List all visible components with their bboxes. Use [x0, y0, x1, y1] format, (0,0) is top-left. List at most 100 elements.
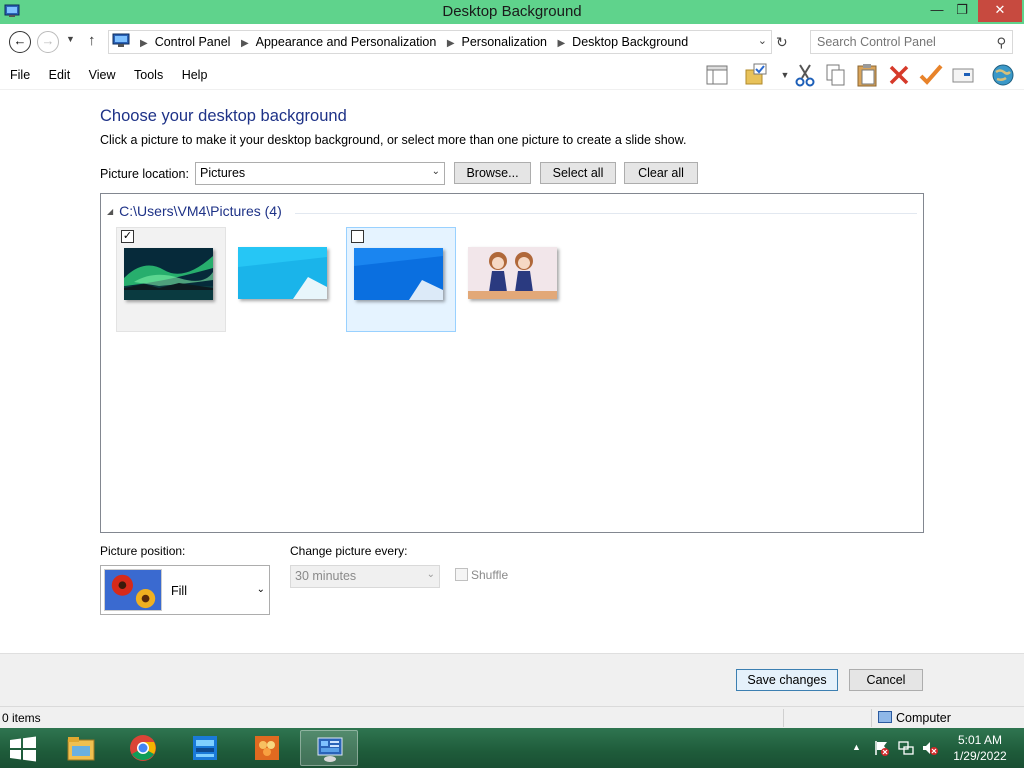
show-hidden-icons-icon[interactable]: ▲ [852, 742, 861, 752]
check-icon[interactable] [918, 62, 944, 88]
aurora-image [124, 248, 213, 300]
menu-edit[interactable]: Edit [49, 68, 71, 82]
shuffle-label: Shuffle [471, 568, 509, 582]
picture-thumbnail-win8-blue[interactable] [346, 227, 456, 332]
chevron-right-icon[interactable]: ▶ [557, 38, 565, 49]
copy-icon[interactable] [822, 62, 848, 88]
select-all-button[interactable]: Select all [540, 162, 616, 184]
taskbar-control-panel[interactable] [300, 730, 358, 766]
menu-file[interactable]: File [10, 68, 30, 82]
search-icon[interactable]: ⚲ [996, 35, 1006, 51]
clock-date: 1/29/2022 [953, 749, 1007, 763]
status-location: Computer [878, 711, 951, 725]
chevron-right-icon[interactable]: ▶ [241, 38, 249, 49]
control-panel-icon [317, 737, 343, 762]
layout-icon[interactable] [704, 62, 730, 88]
win8-light-blue-image [238, 247, 327, 299]
minimize-button[interactable]: — [925, 0, 949, 22]
chevron-down-icon: ⌄ [256, 584, 265, 595]
search-box[interactable]: ⚲ [810, 30, 1013, 54]
menu-help[interactable]: Help [182, 68, 208, 82]
colorful-app-icon [255, 736, 279, 760]
clock-time: 5:01 AM [957, 733, 1003, 747]
position-preview-image [104, 569, 162, 611]
globe-icon[interactable] [990, 62, 1016, 88]
cut-icon[interactable] [792, 62, 818, 88]
windows-start-icon[interactable] [8, 736, 38, 762]
address-bar[interactable]: ▶ Control Panel ▶ Appearance and Personali… [108, 30, 772, 54]
shuffle-checkbox[interactable]: Shuffle [455, 568, 508, 582]
close-button[interactable]: ✕ [978, 0, 1022, 22]
control-panel-icon [112, 33, 130, 47]
breadcrumb: ▶ Control Panel ▶ Appearance and Personali… [133, 35, 688, 49]
recent-locations-dropdown[interactable]: ▼ [66, 34, 75, 44]
anime-girls-image [468, 247, 557, 299]
picture-position-label: Picture position: [100, 544, 186, 558]
status-location-label: Computer [896, 711, 951, 725]
forward-button[interactable]: → [37, 31, 59, 53]
group-header-label: C:\Users\VM4\Pictures (4) [119, 203, 282, 219]
picture-location-value: Pictures [200, 166, 246, 180]
taskbar: ▲ 5:01 AM 1/29/2022 [0, 728, 1024, 768]
menu-tools[interactable]: Tools [134, 68, 163, 82]
picture-thumbnail-aurora[interactable]: ✓ [116, 227, 226, 332]
up-button[interactable]: ↑ [88, 32, 96, 49]
breadcrumb-desktop-background[interactable]: Desktop Background [572, 35, 688, 49]
change-picture-label: Change picture every: [290, 544, 408, 558]
picture-checkbox-unchecked[interactable] [351, 230, 364, 243]
delete-icon[interactable] [886, 62, 912, 88]
folder-check-icon[interactable] [744, 62, 770, 88]
paste-icon[interactable] [854, 62, 880, 88]
volume-muted-icon[interactable] [922, 740, 938, 756]
group-header[interactable]: ◢ C:\Users\VM4\Pictures (4) [107, 203, 282, 219]
breadcrumb-control-panel[interactable]: Control Panel [155, 35, 231, 49]
cancel-button[interactable]: Cancel [849, 669, 923, 691]
taskbar-chrome[interactable] [114, 730, 172, 766]
picture-list: ◢ C:\Users\VM4\Pictures (4) ✓ [100, 193, 924, 533]
clear-all-button[interactable]: Clear all [624, 162, 698, 184]
action-center-flag-icon[interactable] [874, 740, 890, 756]
page-title: Choose your desktop background [100, 107, 347, 125]
change-picture-value: 30 minutes [295, 569, 357, 583]
picture-thumbnail-anime-girls[interactable] [461, 227, 571, 332]
chevron-down-icon: ⌄ [426, 569, 435, 580]
taskbar-desktop-app[interactable] [176, 730, 234, 766]
win8-blue-image [354, 248, 443, 300]
picture-thumbnail-win8-light-blue[interactable] [231, 227, 341, 332]
search-input[interactable] [817, 35, 987, 49]
computer-icon [878, 711, 892, 723]
picture-location-label: Picture location: [100, 167, 189, 181]
picture-location-select[interactable]: Pictures ⌄ [195, 162, 445, 185]
address-row: ← → ▼ ↑ ▶ Control Panel ▶ Appearance and P… [0, 24, 1024, 60]
item-count: 0 items [2, 711, 41, 725]
picture-position-select[interactable]: Fill ⌄ [100, 565, 270, 615]
instructions-text: Click a picture to make it your desktop … [100, 133, 687, 147]
back-button[interactable]: ← [9, 31, 31, 53]
taskbar-colorful-app[interactable] [238, 730, 296, 766]
collapse-triangle-icon[interactable]: ◢ [107, 207, 113, 216]
maximize-button[interactable]: ❐ [950, 0, 974, 22]
browse-button[interactable]: Browse... [454, 162, 531, 184]
desktop-app-icon [193, 736, 217, 760]
change-picture-interval-select[interactable]: 30 minutes ⌄ [290, 565, 440, 588]
properties-icon[interactable] [950, 62, 976, 88]
save-changes-button[interactable]: Save changes [736, 669, 838, 691]
chevron-right-icon[interactable]: ▶ [447, 38, 455, 49]
window-title: Desktop Background [442, 3, 582, 20]
breadcrumb-appearance[interactable]: Appearance and Personalization [256, 35, 437, 49]
clock[interactable]: 5:01 AM 1/29/2022 [940, 732, 1020, 764]
status-divider [871, 709, 872, 727]
group-divider [295, 213, 917, 214]
status-divider [783, 709, 784, 727]
taskbar-file-explorer[interactable] [52, 730, 110, 766]
chevron-down-icon[interactable]: ⌄ [758, 34, 767, 47]
breadcrumb-personalization[interactable]: Personalization [462, 35, 547, 49]
picture-position-value: Fill [171, 584, 187, 598]
footer: Save changes Cancel [0, 653, 1024, 706]
file-explorer-icon [67, 737, 95, 761]
refresh-icon[interactable]: ↻ [776, 34, 788, 51]
network-icon[interactable] [898, 740, 914, 756]
main-content: Choose your desktop background Click a p… [0, 91, 1024, 653]
menu-view[interactable]: View [89, 68, 116, 82]
picture-checkbox-checked[interactable]: ✓ [121, 230, 134, 243]
